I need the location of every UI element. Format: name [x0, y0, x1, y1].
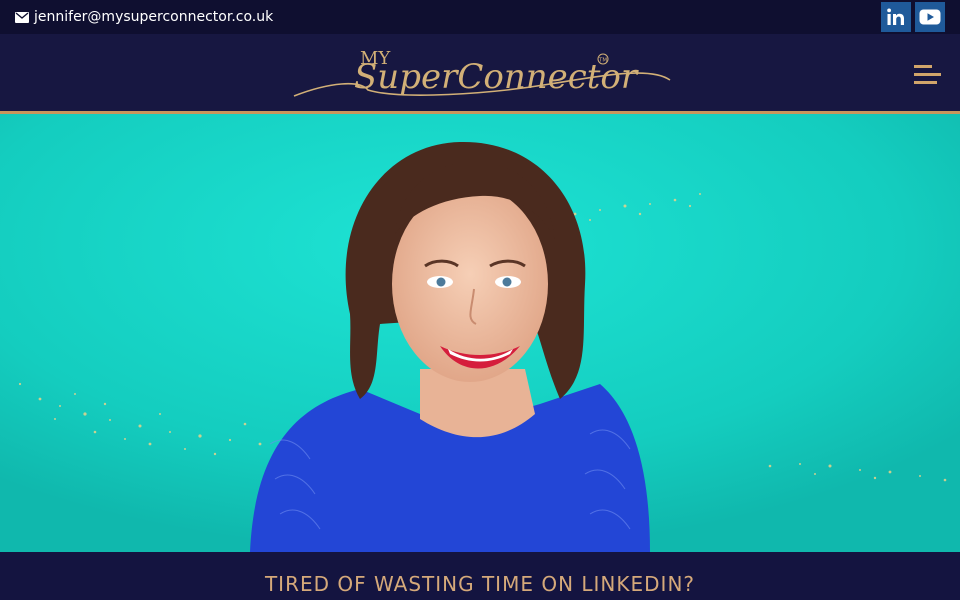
site-logo[interactable]: MY SuperConnector TM: [290, 44, 675, 104]
logo-graphic: MY SuperConnector TM: [293, 48, 671, 97]
email-link[interactable]: jennifer@mysuperconnector.co.uk: [15, 0, 273, 34]
youtube-button[interactable]: [915, 2, 945, 32]
menu-button[interactable]: [912, 63, 942, 85]
linkedin-button[interactable]: [881, 2, 911, 32]
hero-image: [0, 114, 960, 552]
hero-banner: [0, 114, 960, 552]
hamburger-menu-icon: [914, 65, 941, 84]
logo-tm: TM: [598, 58, 607, 64]
youtube-icon: [919, 9, 941, 25]
envelope-icon: [15, 11, 29, 23]
hero-tagline: TIRED OF WASTING TIME ON LINKEDIN?: [264, 572, 696, 596]
linkedin-icon: [887, 8, 904, 25]
email-text: jennifer@mysuperconnector.co.uk: [34, 9, 274, 25]
top-bar: jennifer@mysuperconnector.co.uk: [0, 0, 960, 34]
face: [392, 186, 548, 382]
